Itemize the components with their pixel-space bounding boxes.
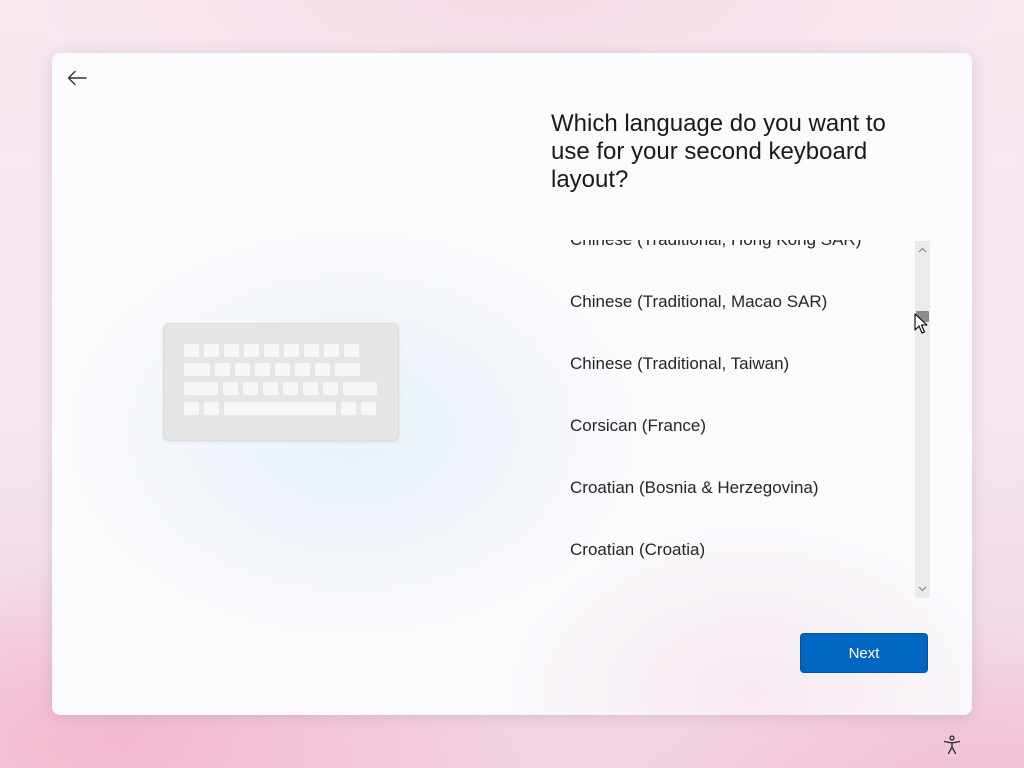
chevron-up-icon bbox=[918, 247, 927, 253]
back-button[interactable] bbox=[64, 65, 90, 91]
scroll-up-button[interactable] bbox=[915, 243, 930, 257]
accessibility-button[interactable] bbox=[941, 734, 963, 756]
chevron-down-icon bbox=[918, 586, 927, 592]
scroll-down-button[interactable] bbox=[915, 582, 930, 596]
list-item[interactable]: Chinese (Traditional, Taiwan) bbox=[551, 333, 911, 395]
list-item[interactable]: Croatian (Bosnia & Herzegovina) bbox=[551, 457, 911, 519]
next-button[interactable]: Next bbox=[800, 633, 928, 673]
accessibility-icon bbox=[943, 735, 961, 755]
list-item[interactable]: Croatian (Croatia) bbox=[551, 519, 911, 581]
back-arrow-icon bbox=[67, 70, 87, 86]
list-item[interactable]: Chinese (Traditional, Hong Kong SAR) bbox=[551, 240, 911, 271]
language-list[interactable]: Chinese (Traditional, Hong Kong SAR) Chi… bbox=[551, 240, 931, 599]
scroll-thumb[interactable] bbox=[916, 311, 929, 322]
keyboard-illustration-icon bbox=[163, 323, 399, 441]
list-scrollbar[interactable] bbox=[915, 241, 930, 598]
list-item[interactable]: Chinese (Traditional, Macao SAR) bbox=[551, 271, 911, 333]
page-title: Which language do you want to use for yo… bbox=[551, 110, 886, 193]
list-item[interactable]: Corsican (France) bbox=[551, 395, 911, 457]
setup-dialog: Which language do you want to use for yo… bbox=[52, 53, 972, 715]
